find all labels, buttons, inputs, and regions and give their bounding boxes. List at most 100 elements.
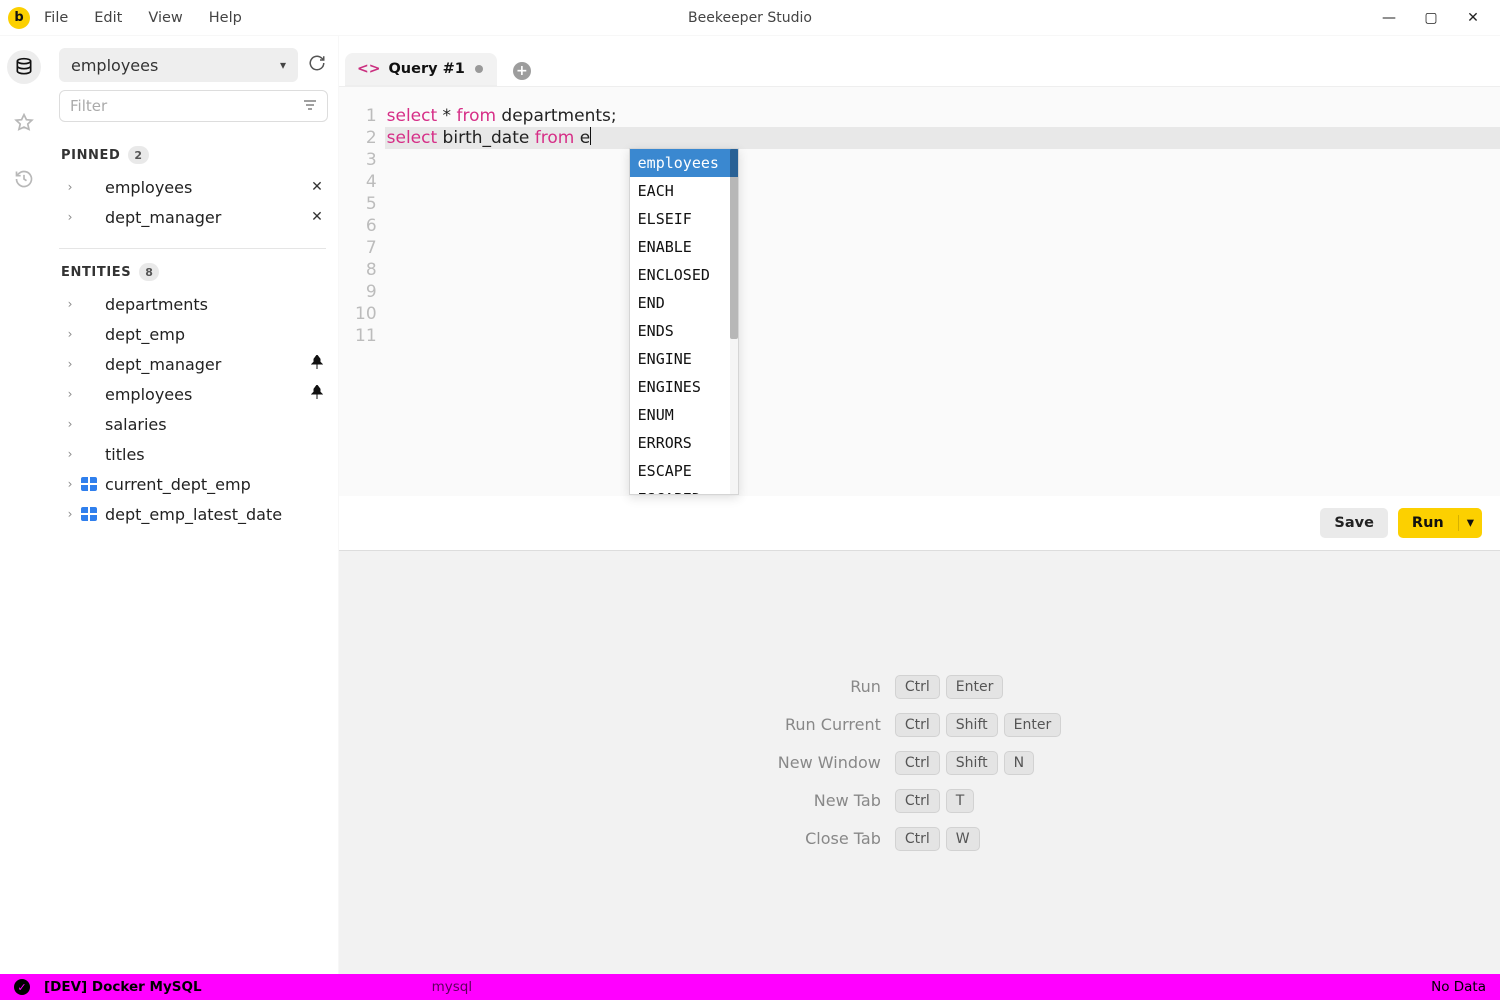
rail-database-icon[interactable] <box>7 50 41 84</box>
refresh-icon[interactable] <box>306 54 328 76</box>
scrollbar[interactable] <box>730 149 738 494</box>
key: W <box>946 827 980 851</box>
entity-name: current_dept_emp <box>105 475 251 494</box>
pinned-count: 2 <box>128 146 148 164</box>
chevron-right-icon: › <box>63 297 77 311</box>
unpin-icon[interactable]: ✕ <box>306 209 328 225</box>
menu-bar: File Edit View Help <box>44 10 242 26</box>
tab-dirty-indicator <box>475 65 483 73</box>
entity-item[interactable]: › dept_emp_latest_date <box>61 499 328 529</box>
key: Ctrl <box>895 751 940 775</box>
menu-view[interactable]: View <box>148 10 182 26</box>
new-tab-button[interactable]: + <box>513 62 531 80</box>
window-close-icon[interactable]: ✕ <box>1464 10 1482 26</box>
menu-edit[interactable]: Edit <box>94 10 122 26</box>
run-button[interactable]: Run ▾ <box>1398 508 1482 538</box>
key: N <box>1004 751 1034 775</box>
entity-item[interactable]: › employees <box>61 379 328 409</box>
autocomplete-item[interactable]: END <box>630 289 738 317</box>
table-icon <box>81 210 97 224</box>
entities-section: ENTITIES 8 › departments › dept_emp › de… <box>47 259 338 535</box>
pin-icon[interactable] <box>306 385 328 403</box>
entity-item[interactable]: › dept_emp <box>61 319 328 349</box>
pinned-item[interactable]: › employees ✕ <box>61 172 328 202</box>
filter-settings-icon[interactable] <box>303 97 317 115</box>
pinned-item[interactable]: › dept_manager ✕ <box>61 202 328 232</box>
autocomplete-item[interactable]: ESCAPE <box>630 457 738 485</box>
connection-status-icon: ✓ <box>14 979 30 995</box>
shortcut-label: New Tab <box>778 791 881 810</box>
rail-star-icon[interactable] <box>7 106 41 140</box>
entity-name: dept_emp_latest_date <box>105 505 282 524</box>
entity-item[interactable]: › dept_manager <box>61 349 328 379</box>
connection-driver: mysql <box>432 979 473 995</box>
main-area: <> Query #1 + 1234567891011 select * fro… <box>339 36 1500 974</box>
save-button[interactable]: Save <box>1320 508 1388 538</box>
autocomplete-item[interactable]: employees <box>630 149 738 177</box>
table-icon <box>81 297 97 311</box>
entity-item[interactable]: › salaries <box>61 409 328 439</box>
key: Ctrl <box>895 675 940 699</box>
unpin-icon[interactable]: ✕ <box>306 179 328 195</box>
run-dropdown-icon[interactable]: ▾ <box>1458 515 1482 531</box>
entity-name: dept_manager <box>105 355 221 374</box>
chevron-right-icon: › <box>63 180 77 194</box>
connection-name[interactable]: [DEV] Docker MySQL <box>44 979 202 995</box>
autocomplete-item[interactable]: ENUM <box>630 401 738 429</box>
entity-name: dept_emp <box>105 325 185 344</box>
entity-name: salaries <box>105 415 167 434</box>
window-minimize-icon[interactable]: — <box>1380 10 1398 26</box>
table-icon <box>81 357 97 371</box>
key: T <box>946 789 975 813</box>
caret-down-icon: ▾ <box>280 58 286 72</box>
key: Enter <box>946 675 1004 699</box>
sidebar-divider <box>59 248 326 249</box>
autocomplete-item[interactable]: ENABLE <box>630 233 738 261</box>
table-icon <box>81 417 97 431</box>
entity-item[interactable]: › titles <box>61 439 328 469</box>
pinned-section: PINNED 2 › employees ✕› dept_manager ✕ <box>47 132 338 238</box>
shortcut-keys: CtrlW <box>895 827 1061 851</box>
code-icon: <> <box>357 61 380 77</box>
pin-icon[interactable] <box>306 355 328 373</box>
chevron-right-icon: › <box>63 477 77 491</box>
entity-item[interactable]: › current_dept_emp <box>61 469 328 499</box>
menu-file[interactable]: File <box>44 10 68 26</box>
autocomplete-item[interactable]: ERRORS <box>630 429 738 457</box>
window-maximize-icon[interactable]: ▢ <box>1422 10 1440 26</box>
tab-query-1[interactable]: <> Query #1 <box>345 53 497 86</box>
menu-help[interactable]: Help <box>209 10 242 26</box>
chevron-right-icon: › <box>63 417 77 431</box>
database-select[interactable]: employees ▾ <box>59 48 298 82</box>
table-icon <box>81 387 97 401</box>
table-icon <box>81 327 97 341</box>
autocomplete-item[interactable]: ESCAPED <box>630 485 738 494</box>
autocomplete-item[interactable]: ENGINES <box>630 373 738 401</box>
table-icon <box>81 447 97 461</box>
autocomplete-item[interactable]: ENGINE <box>630 345 738 373</box>
shortcut-keys: CtrlT <box>895 789 1061 813</box>
entity-item[interactable]: › departments <box>61 289 328 319</box>
entity-name: departments <box>105 295 208 314</box>
results-placeholder: RunCtrlEnterRun CurrentCtrlShiftEnterNew… <box>339 551 1500 974</box>
autocomplete-item[interactable]: ENCLOSED <box>630 261 738 289</box>
entity-name: employees <box>105 385 192 404</box>
sql-editor[interactable]: 1234567891011 select * from departments;… <box>339 86 1500 496</box>
chevron-right-icon: › <box>63 210 77 224</box>
autocomplete-item[interactable]: ENDS <box>630 317 738 345</box>
shortcut-keys: CtrlShiftN <box>895 751 1061 775</box>
key: Ctrl <box>895 827 940 851</box>
rail-history-icon[interactable] <box>7 162 41 196</box>
key: Enter <box>1004 713 1062 737</box>
editor-footer: Save Run ▾ <box>339 496 1500 551</box>
filter-input[interactable]: Filter <box>59 90 328 122</box>
autocomplete-popup[interactable]: employeesEACHELSEIFENABLEENCLOSEDENDENDS… <box>629 148 739 495</box>
tab-bar: <> Query #1 + <box>339 46 1500 86</box>
editor-gutter: 1234567891011 <box>339 105 387 496</box>
key: Ctrl <box>895 789 940 813</box>
autocomplete-item[interactable]: EACH <box>630 177 738 205</box>
chevron-right-icon: › <box>63 327 77 341</box>
key: Shift <box>946 713 998 737</box>
editor-code[interactable]: select * from departments;select birth_d… <box>387 105 1500 496</box>
autocomplete-item[interactable]: ELSEIF <box>630 205 738 233</box>
